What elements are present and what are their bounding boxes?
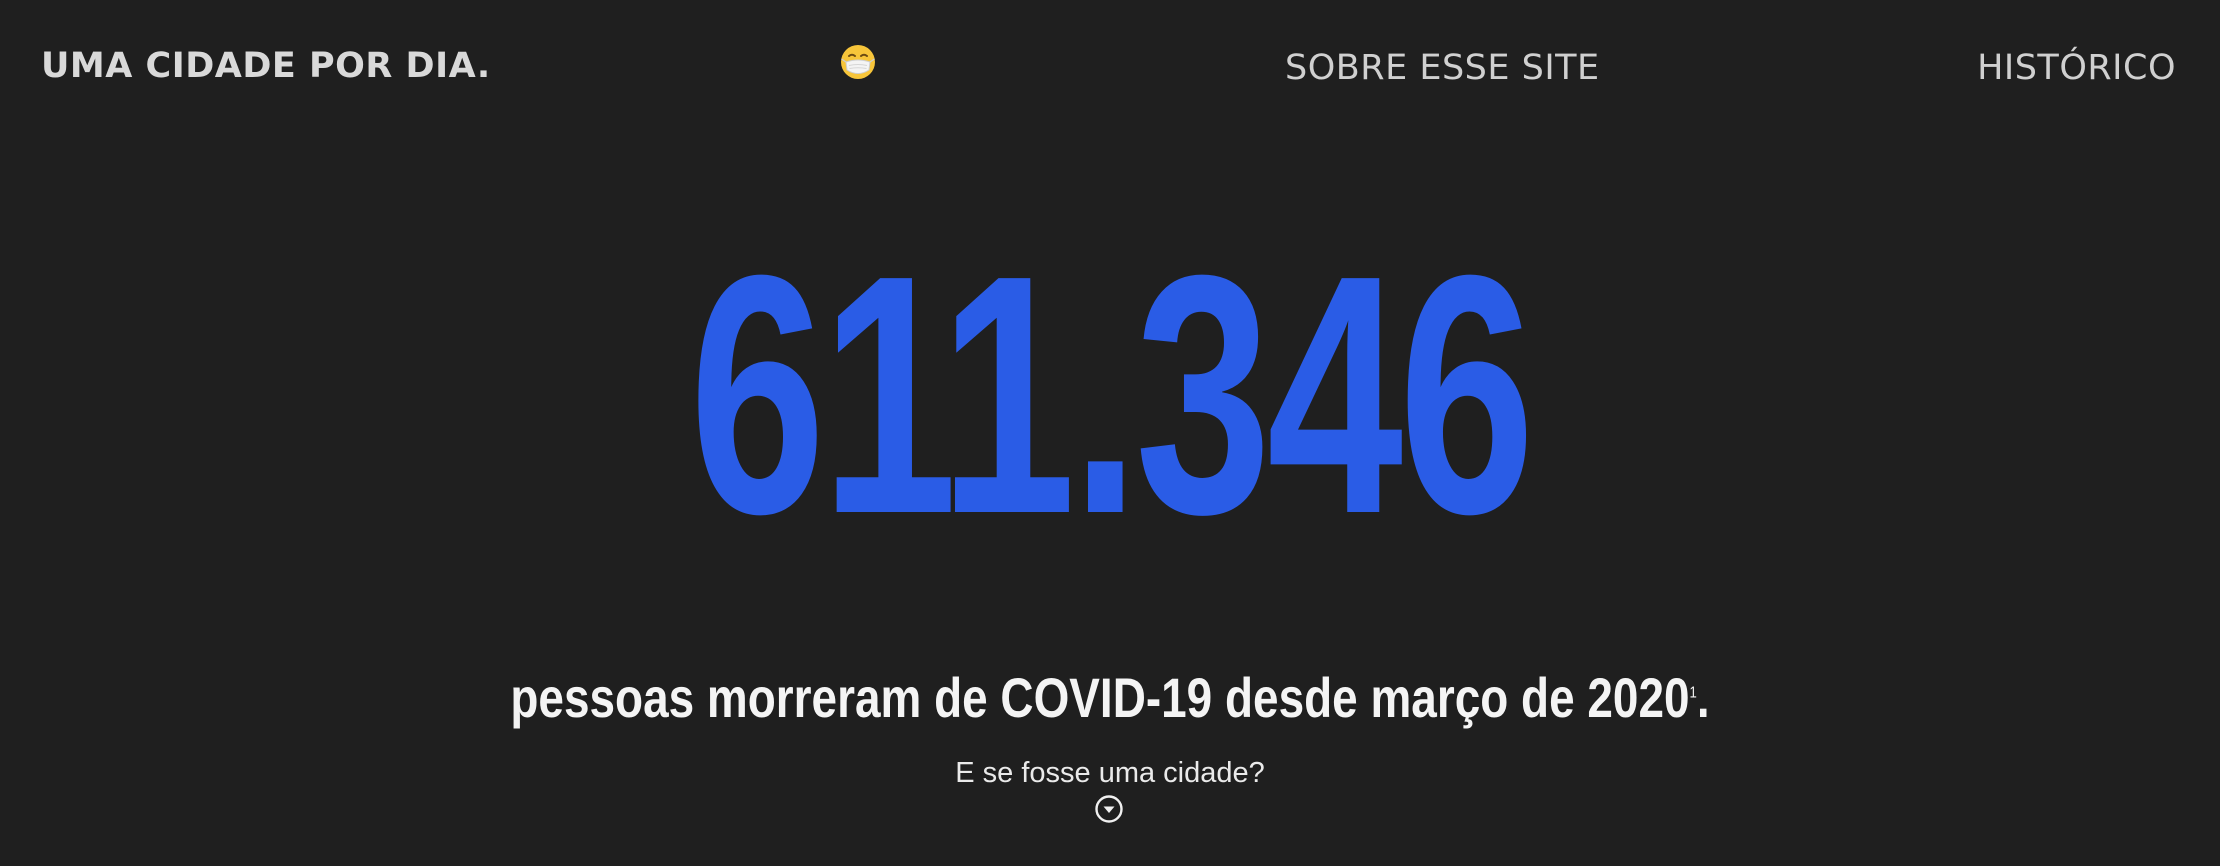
nav-history-link[interactable]: HISTÓRICO	[1977, 48, 2176, 88]
top-nav: UMA CIDADE POR DIA. SOBRE ESSE SITE HIST…	[0, 0, 2220, 140]
footnote-marker[interactable]: 1	[1690, 684, 1697, 701]
chevron-down-circle-icon[interactable]	[1094, 794, 1124, 824]
headline-end: .	[1696, 666, 1710, 729]
headline-text: pessoas morreram de COVID-19 desde março…	[510, 666, 1690, 729]
medical-mask-emoji-icon	[841, 45, 875, 79]
death-count: 611.346	[689, 205, 1534, 585]
city-question: E se fosse uma cidade?	[955, 757, 1265, 789]
headline: pessoas morreram de COVID-19 desde março…	[200, 665, 2020, 730]
nav-about-link[interactable]: SOBRE ESSE SITE	[1285, 48, 1600, 88]
site-brand-link[interactable]: UMA CIDADE POR DIA.	[41, 46, 491, 86]
